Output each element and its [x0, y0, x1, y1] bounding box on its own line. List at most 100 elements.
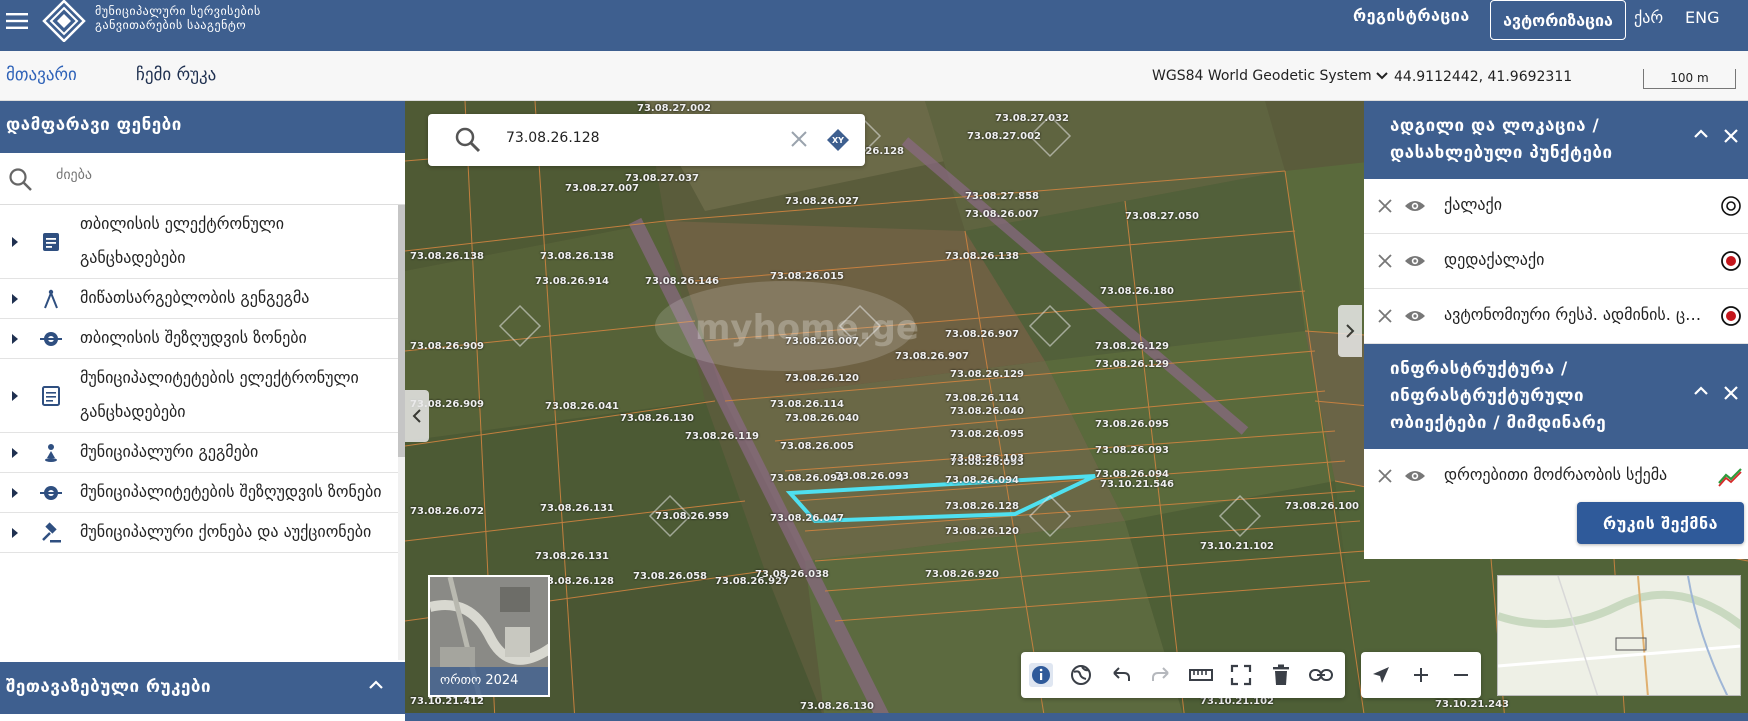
- agency-logo-icon[interactable]: [42, 0, 86, 42]
- create-map-button[interactable]: რუკის შექმნა: [1577, 502, 1744, 544]
- crs-selector[interactable]: WGS84 World Geodetic System: [1152, 68, 1388, 84]
- expand-caret-icon[interactable]: [12, 236, 18, 247]
- close-icon[interactable]: [1378, 469, 1392, 483]
- parcel-label: 73.08.26.130: [800, 701, 875, 712]
- parcel-label: 73.08.26.094: [770, 473, 845, 484]
- layer-item-label: მიწათსარგებლობის გენგეგმა: [80, 288, 310, 307]
- parcel-label: 73.08.26.914: [535, 276, 610, 287]
- sub-navigation-bar: მთავარი ჩემი რუკა WGS84 World Geodetic S…: [0, 51, 1748, 101]
- chevron-up-icon[interactable]: [1694, 129, 1708, 139]
- measure-button[interactable]: [1181, 652, 1221, 698]
- parcel-label: 73.10.21.243: [1435, 699, 1510, 710]
- expand-caret-icon[interactable]: [12, 527, 18, 538]
- expand-caret-icon[interactable]: [12, 293, 18, 304]
- undo-button[interactable]: [1101, 652, 1141, 698]
- city-symbol-icon: [1721, 196, 1741, 216]
- fullscreen-button[interactable]: [1221, 652, 1261, 698]
- expand-caret-icon[interactable]: [12, 447, 18, 458]
- search-value[interactable]: 73.08.26.128: [506, 130, 600, 146]
- lang-en-link[interactable]: ENG: [1685, 8, 1719, 27]
- parcel-label: 73.10.21.102: [1200, 541, 1275, 552]
- expand-caret-icon[interactable]: [12, 487, 18, 498]
- layer-item-land-use-master-plan[interactable]: მიწათსარგებლობის გენგეგმა: [0, 279, 398, 319]
- close-icon[interactable]: [1724, 386, 1738, 400]
- layer-list: თბილისის ელექტრონული განცხადებები მიწათს…: [0, 205, 398, 660]
- close-icon[interactable]: [1724, 129, 1738, 143]
- overview-minimap[interactable]: [1497, 575, 1741, 696]
- expand-caret-icon[interactable]: [12, 390, 18, 401]
- register-link[interactable]: რეგისტრაცია: [1353, 6, 1470, 25]
- hamburger-menu-icon[interactable]: [6, 10, 28, 32]
- parcel-label: 73.08.26.103: [950, 453, 1025, 464]
- parcel-label: 73.08.26.047: [770, 513, 845, 524]
- close-icon[interactable]: [1378, 199, 1392, 213]
- nav-home[interactable]: მთავარი: [6, 65, 77, 85]
- bottom-strip: [405, 713, 1748, 721]
- zoom-out-button[interactable]: [1441, 652, 1481, 698]
- eye-icon[interactable]: [1404, 308, 1426, 324]
- layer-item-municipal-e-applications[interactable]: მუნიციპალიტეტების ელექტრონული განცხადებე…: [0, 359, 398, 433]
- layer-item-tbilisi-restriction-zones[interactable]: თბილისის შეზღუდვის ზონები: [0, 319, 398, 359]
- collapse-right-panel-button[interactable]: [1338, 305, 1362, 357]
- parcel-label: 73.08.26.120: [945, 526, 1020, 537]
- basemap-ortho-2024-thumbnail[interactable]: ორთო 2024: [428, 575, 550, 697]
- zoom-in-button[interactable]: [1401, 652, 1441, 698]
- parcel-label: 73.08.26.094: [945, 475, 1020, 486]
- collapse-left-panel-button[interactable]: [405, 390, 429, 442]
- info-button[interactable]: [1021, 652, 1061, 698]
- search-icon: [9, 168, 32, 191]
- eye-icon[interactable]: [1404, 468, 1426, 484]
- eye-icon[interactable]: [1404, 198, 1426, 214]
- logo-text: მუნიციპალური სერვისების განვითარების საა…: [95, 4, 261, 32]
- expand-caret-icon[interactable]: [12, 333, 18, 344]
- layer-item-label: მუნიციპალური ქონება და აუქციონები: [80, 522, 372, 541]
- layer-search: [0, 153, 405, 205]
- parcel-label: 73.08.26.146: [645, 276, 720, 287]
- parcel-label: 73.08.26.040: [785, 413, 860, 424]
- layer-item-label: თბილისის ელექტრონული განცხადებები: [80, 214, 285, 267]
- parcel-label: 73.08.26.041: [545, 401, 620, 412]
- parcel-label: 73.08.26.093: [1095, 445, 1170, 456]
- layer-item-municipal-restriction-zones[interactable]: მუნიციპალიტეტების შეზღუდვის ზონები: [0, 473, 398, 513]
- xy-coordinate-search-icon[interactable]: XY: [826, 128, 850, 152]
- map-search-box[interactable]: 73.08.26.128 XY: [428, 114, 865, 166]
- parcel-label: 73.08.26.120: [785, 373, 860, 384]
- globe-button[interactable]: [1061, 652, 1101, 698]
- parcel-label: 73.08.26.015: [770, 271, 845, 282]
- scrollbar-thumb[interactable]: [398, 205, 405, 457]
- layer-row-label: დროებითი მოძრაობის სქემა: [1444, 465, 1668, 484]
- parcel-label: 73.08.26.138: [410, 251, 485, 262]
- chevron-up-icon[interactable]: [1694, 386, 1708, 396]
- lang-ka-link[interactable]: ქარ: [1634, 8, 1663, 27]
- close-icon[interactable]: [1378, 309, 1392, 323]
- close-icon[interactable]: [1378, 254, 1392, 268]
- layer-search-input[interactable]: [56, 167, 356, 183]
- eye-icon[interactable]: [1404, 253, 1426, 269]
- parcel-label: 73.08.26.058: [633, 571, 708, 582]
- restriction-icon: [40, 331, 62, 346]
- locate-button[interactable]: [1361, 652, 1401, 698]
- parcel-label: 73.08.26.130: [620, 413, 695, 424]
- suggested-maps-header[interactable]: შეთავაზებული რუკები: [0, 662, 405, 714]
- nav-my-map[interactable]: ჩემი რუკა: [136, 65, 216, 85]
- plus-icon: [1414, 668, 1428, 682]
- layer-item-municipal-plans[interactable]: მუნიციპალური გეგმები: [0, 433, 398, 473]
- suggested-maps-title: შეთავაზებული რუკები: [6, 677, 212, 697]
- close-icon[interactable]: [790, 130, 808, 148]
- redo-button[interactable]: [1141, 652, 1181, 698]
- layer-item-tbilisi-e-applications[interactable]: თბილისის ელექტრონული განცხადებები: [0, 205, 398, 279]
- parcel-label: 73.08.26.093: [835, 471, 910, 482]
- layer-list-scrollbar[interactable]: [398, 205, 405, 660]
- delete-button[interactable]: [1261, 652, 1301, 698]
- parcel-label: 73.10.21.546: [1100, 479, 1175, 490]
- parcel-label: 73.08.26.095: [950, 429, 1025, 440]
- layer-item-municipal-property-auctions[interactable]: მუნიციპალური ქონება და აუქციონები: [0, 513, 398, 553]
- compass-icon: [44, 289, 58, 308]
- login-button[interactable]: ავტორიზაცია: [1490, 0, 1626, 40]
- trash-icon: [1273, 664, 1289, 685]
- parcel-label: 73.08.26.909: [410, 341, 485, 352]
- chevron-up-icon[interactable]: [369, 680, 383, 690]
- link-button[interactable]: [1301, 652, 1341, 698]
- logo-text-line2: განვითარების სააგენტო: [95, 18, 247, 32]
- parcel-label: 73.08.26.129: [1095, 359, 1170, 370]
